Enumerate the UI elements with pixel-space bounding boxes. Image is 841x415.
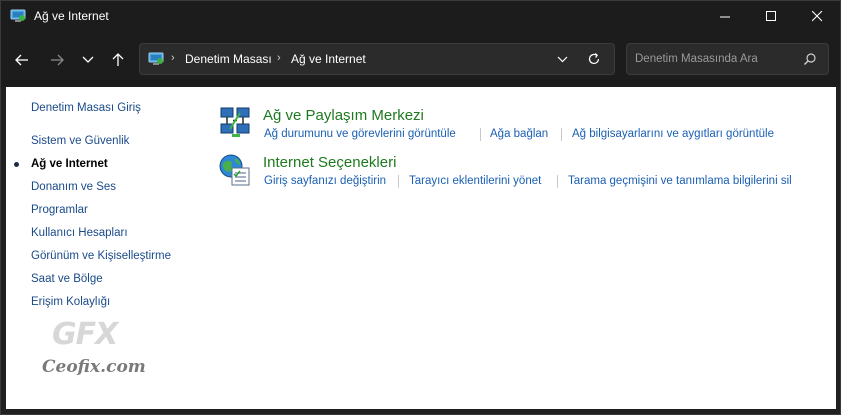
refresh-button[interactable] xyxy=(583,49,605,69)
task-divider xyxy=(398,175,399,188)
breadcrumb-separator: › xyxy=(171,52,175,64)
sidebar-item-ease-of-access[interactable]: Erişim Kolaylığı xyxy=(31,296,110,308)
address-bar[interactable]: › Denetim Masası › Ağ ve Internet xyxy=(139,43,615,75)
content-area: Denetim Masası Giriş Sistem ve Güvenlik … xyxy=(6,87,836,409)
recent-locations-button[interactable] xyxy=(75,47,101,73)
minimize-icon xyxy=(719,16,730,18)
watermark-site: Ceofix.com xyxy=(42,357,146,377)
search-input[interactable] xyxy=(635,51,795,67)
sidebar-item-clock-region[interactable]: Saat ve Bölge xyxy=(31,273,103,285)
breadcrumb-separator: › xyxy=(277,52,281,64)
breadcrumb-control-panel[interactable]: Denetim Masası xyxy=(185,52,272,66)
task-view-network-status[interactable]: Ağ durumunu ve görevlerini görüntüle xyxy=(264,128,456,140)
sidebar-item-hardware-sound[interactable]: Donanım ve Ses xyxy=(31,181,116,193)
watermark-logo: GFX xyxy=(52,317,118,352)
forward-button[interactable] xyxy=(44,47,70,73)
refresh-icon xyxy=(588,53,600,65)
control-panel-window: Ağ ve Internet › Denetim Masası › Ağ ve … xyxy=(0,0,841,415)
back-button[interactable] xyxy=(9,47,35,73)
close-icon xyxy=(811,11,822,22)
ceofix-watermark: GFX Ceofix.com xyxy=(34,317,164,387)
sidebar: Denetim Masası Giriş Sistem ve Güvenlik … xyxy=(6,87,206,409)
navigation-bar: › Denetim Masası › Ağ ve Internet xyxy=(1,32,840,87)
category-title-internet-options[interactable]: Internet Seçenekleri xyxy=(263,154,396,171)
category-title-network-sharing[interactable]: Ağ ve Paylaşım Merkezi xyxy=(263,107,424,124)
internet-options-icon[interactable] xyxy=(218,153,252,187)
chevron-down-icon xyxy=(557,56,567,62)
sidebar-item-system-security[interactable]: Sistem ve Güvenlik xyxy=(31,135,129,147)
sidebar-item-programs[interactable]: Programlar xyxy=(31,204,88,216)
task-change-home-page[interactable]: Giriş sayfanızı değiştirin xyxy=(264,175,386,187)
task-delete-browsing-history[interactable]: Tarama geçmişini ve tanımlama bilgilerin… xyxy=(568,175,792,187)
title-bar: Ağ ve Internet xyxy=(1,1,840,32)
sidebar-item-control-panel-home[interactable]: Denetim Masası Giriş xyxy=(31,102,141,114)
sidebar-item-network-internet: Ağ ve Internet xyxy=(31,158,108,170)
breadcrumb-network-internet[interactable]: Ağ ve Internet xyxy=(291,52,366,66)
task-divider xyxy=(557,175,558,188)
task-manage-add-ons[interactable]: Tarayıcı eklentilerini yönet xyxy=(409,175,541,187)
task-divider xyxy=(561,128,562,141)
arrow-right-icon xyxy=(51,54,64,66)
network-internet-icon xyxy=(10,9,26,22)
address-history-button[interactable] xyxy=(551,49,573,69)
task-divider xyxy=(480,128,481,141)
close-button[interactable] xyxy=(794,1,840,32)
window-title: Ağ ve Internet xyxy=(34,9,109,23)
task-connect-network[interactable]: Ağa bağlan xyxy=(490,128,548,140)
minimize-button[interactable] xyxy=(702,1,748,32)
task-view-network-computers[interactable]: Ağ bilgisayarlarını ve aygıtları görüntü… xyxy=(572,128,774,140)
chevron-down-icon xyxy=(82,56,94,63)
network-internet-icon xyxy=(148,52,164,65)
sidebar-item-user-accounts[interactable]: Kullanıcı Hesapları xyxy=(31,227,128,239)
search-icon[interactable] xyxy=(803,52,817,66)
maximize-button[interactable] xyxy=(748,1,794,32)
sidebar-item-appearance[interactable]: Görünüm ve Kişiselleştirme xyxy=(31,250,171,262)
current-page-bullet xyxy=(14,162,19,167)
search-box[interactable] xyxy=(626,43,829,75)
network-sharing-center-icon[interactable] xyxy=(218,105,252,139)
maximize-icon xyxy=(765,11,776,21)
arrow-left-icon xyxy=(15,54,28,66)
up-button[interactable] xyxy=(105,47,131,73)
arrow-up-icon xyxy=(112,53,124,66)
